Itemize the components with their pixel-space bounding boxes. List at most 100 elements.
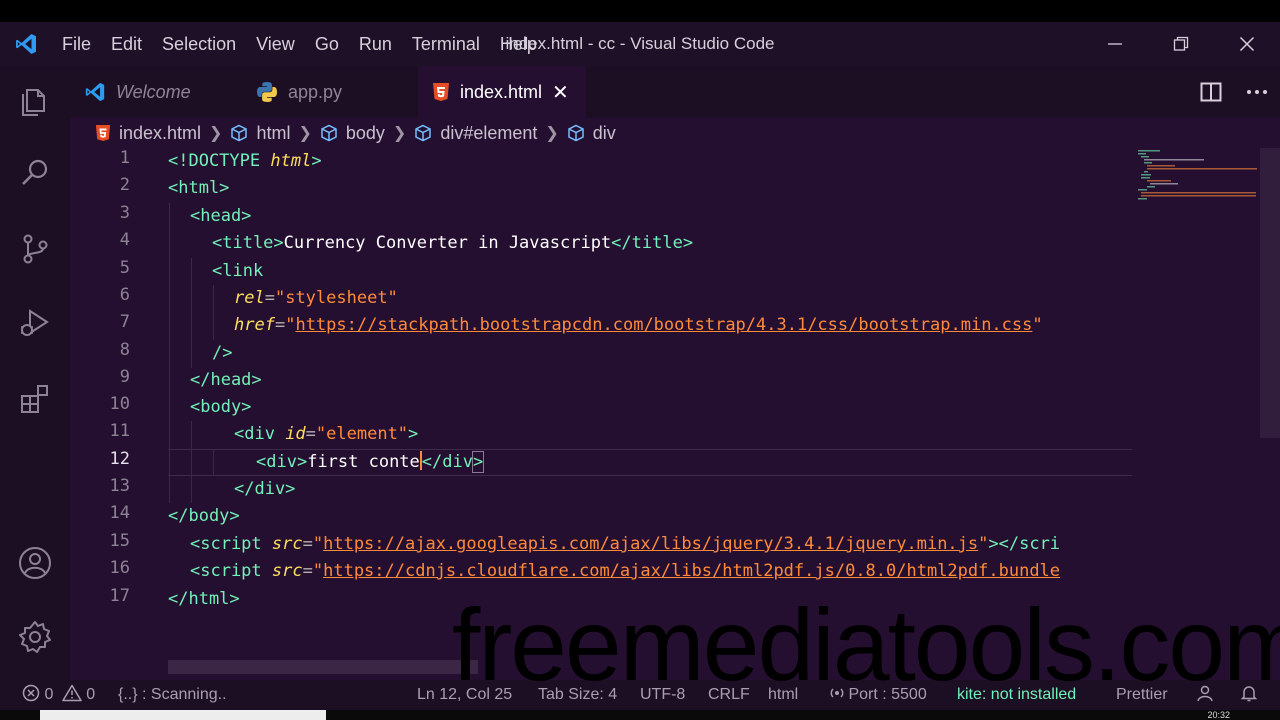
restore-button[interactable] [1148,22,1214,66]
cube-icon [231,124,248,142]
code-editor[interactable]: 1 2 3 4 5 6 7 8 9 10 11 12 13 14 15 16 1… [70,148,1280,680]
more-actions-button[interactable] [1234,66,1280,118]
title-bar: File Edit Selection View Go Run Terminal… [0,22,1280,66]
source-control-button[interactable] [0,214,70,284]
token-tag: </body> [168,506,240,526]
error-count: 0 [44,686,54,703]
code-line-2: <html> [168,175,229,202]
menu-go[interactable]: Go [305,22,349,66]
tab-index-html-label: index.html [460,81,543,102]
line-number: 16 [109,558,130,578]
language-mode[interactable]: html [768,680,798,710]
token-tag: > [311,151,322,171]
indent-guide [213,285,214,340]
notifications-button[interactable] [1240,680,1258,710]
token-tag: <script [190,561,272,581]
token-string: " [312,561,324,581]
activity-bar [0,66,70,680]
cube-icon [568,124,584,142]
tab-close-icon[interactable]: ✕ [552,80,569,105]
cursor-position[interactable]: Ln 12, Col 25 [417,680,512,710]
token-string: " [285,315,296,335]
token-tag: <title> [212,233,284,253]
menu-terminal[interactable]: Terminal [402,22,490,66]
code-area[interactable]: <!DOCTYPE html> <html> <head> <title>Cur… [168,148,1132,618]
menu-file[interactable]: File [52,22,101,66]
live-server-port[interactable]: Port : 5500 [830,680,927,710]
code-line-5: <link [212,258,263,285]
token-tag: </title> [611,233,694,253]
breadcrumb-html-label: html [256,122,291,143]
menu-run[interactable]: Run [349,22,402,66]
taskbar-search-box[interactable] [40,710,326,720]
manage-settings-button[interactable] [0,602,70,672]
breadcrumb: index.html ❯ html ❯ body ❯ div#element ❯… [70,118,1280,148]
explorer-button[interactable] [0,66,70,136]
breadcrumb-div[interactable]: div [567,123,616,144]
tab-size[interactable]: Tab Size: 4 [538,680,617,710]
run-debug-icon [21,309,49,336]
minimap[interactable] [1132,148,1262,208]
breadcrumb-div-element[interactable]: div#element [414,123,537,144]
prettier-status[interactable]: Prettier [1116,680,1168,710]
breadcrumb-html[interactable]: html [230,123,290,144]
minimize-button[interactable] [1082,22,1148,66]
token-link[interactable]: https://cdnjs.cloudflare.com/ajax/libs/h… [323,561,1060,581]
code-line-15: <script src="https://ajax.googleapis.com… [190,531,1060,558]
problems-indicator[interactable]: 0 0 [22,680,95,710]
line-number: 15 [109,531,130,551]
os-taskbar: 20:32 [0,710,1280,720]
breadcrumb-file[interactable]: index.html [95,123,201,144]
line-number: 10 [109,394,130,414]
bell-icon [1240,686,1258,702]
accounts-button[interactable] [0,528,70,598]
tab-welcome[interactable]: Welcome [84,66,244,118]
token-string: " [1032,315,1043,335]
window-controls [1082,22,1280,66]
kite-status[interactable]: kite: not installed [957,680,1076,710]
end-of-line[interactable]: CRLF [708,680,750,710]
breadcrumb-body-label: body [345,122,385,143]
html5-icon [433,83,449,101]
feedback-button[interactable] [1196,680,1214,710]
split-editor-icon [1200,82,1222,102]
line-number: 11 [109,421,130,441]
close-window-button[interactable] [1214,22,1280,66]
token-punct: = [302,534,313,554]
token-link[interactable]: https://ajax.googleapis.com/ajax/libs/jq… [323,534,978,554]
token-keyword: html [270,151,312,171]
token-link[interactable]: https://stackpath.bootstrapcdn.com/boots… [295,315,1032,335]
search-icon [22,159,48,185]
menu-selection[interactable]: Selection [152,22,246,66]
split-editor-button[interactable] [1188,66,1234,118]
code-line-10: <body> [190,394,251,421]
live-server-port-label: Port : 5500 [848,686,927,703]
token-tag: </head> [190,370,262,390]
menu-bar: File Edit Selection View Go Run Terminal… [52,22,547,66]
tab-app-py[interactable]: app.py [256,66,416,118]
menu-edit[interactable]: Edit [101,22,152,66]
horizontal-scrollbar[interactable] [168,660,478,674]
encoding[interactable]: UTF-8 [640,680,685,710]
extensions-button[interactable] [0,364,70,434]
code-line-16: <script src="https://cdnjs.cloudflare.co… [190,558,1060,585]
minimap-preview [1138,150,1257,200]
warning-count: 0 [86,686,96,703]
scanning-status[interactable]: {..} : Scanning.. [118,680,227,710]
tab-index-html[interactable]: index.html ✕ [418,66,586,118]
token-string: "stylesheet" [274,288,398,308]
run-debug-button[interactable] [0,288,70,358]
feedback-icon [1197,685,1213,702]
breadcrumb-div-label: div [592,122,616,143]
code-line-9: </head> [190,367,262,394]
code-line-6: rel="stylesheet" [234,285,398,312]
code-line-8: /> [212,340,232,367]
token-tag: </html> [168,589,240,609]
breadcrumb-body[interactable]: body [320,123,385,144]
token-punct: = [264,288,275,308]
vertical-scrollbar[interactable] [1260,148,1280,438]
line-number: 17 [109,586,130,606]
search-button[interactable] [0,138,70,208]
menu-help[interactable]: Help [490,22,547,66]
menu-view[interactable]: View [246,22,305,66]
